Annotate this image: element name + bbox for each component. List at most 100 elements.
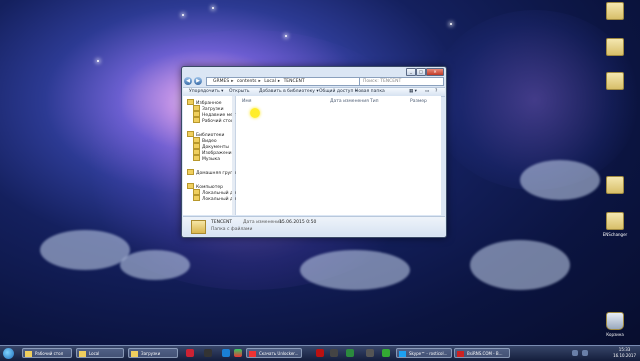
- desktop-folder[interactable]: [600, 38, 630, 58]
- chevron-right-icon: ▸: [231, 79, 234, 84]
- organize-button[interactable]: Упорядочить ▾: [189, 88, 223, 96]
- nav-music[interactable]: Музыка: [193, 155, 220, 162]
- forward-button[interactable]: ▶: [194, 77, 202, 85]
- chevron-right-icon: ▸: [258, 79, 261, 84]
- start-button[interactable]: [3, 348, 14, 359]
- taskbar: Рабочий стол Local Загрузки Скачать Unlo…: [0, 345, 640, 361]
- help-icon[interactable]: ?: [435, 88, 437, 96]
- close-button[interactable]: ✕: [426, 68, 444, 76]
- address-row: ◀ ▶ GRMES ▸ contents ▸ Local ▸ TENCENT Поис…: [184, 77, 444, 86]
- column-header-date[interactable]: Дата изменения: [330, 99, 369, 104]
- star: [97, 60, 99, 62]
- open-button[interactable]: Открыть: [229, 88, 250, 96]
- column-header-type[interactable]: Тип: [370, 99, 379, 104]
- space-cloud: [470, 240, 570, 290]
- app-icon[interactable]: [346, 349, 354, 357]
- desktop-icon: [193, 117, 200, 123]
- taskbar-item[interactable]: BsiRNS.COM - B...: [454, 348, 510, 358]
- app-icon[interactable]: [204, 349, 212, 357]
- navigation-scrollbar[interactable]: [232, 96, 235, 215]
- folder-icon: [79, 351, 86, 357]
- browser-icon: [457, 351, 464, 357]
- preview-pane-icon[interactable]: ▭: [425, 88, 429, 96]
- add-to-library-button[interactable]: Добавить в библиотеку ▾: [259, 88, 319, 96]
- space-cloud: [300, 250, 410, 290]
- folder-icon: [25, 351, 32, 357]
- homegroup-icon: [187, 169, 194, 175]
- view-options-icon[interactable]: ▦ ▾: [409, 88, 417, 96]
- app-icon[interactable]: [330, 349, 338, 357]
- space-cloud: [40, 230, 130, 270]
- taskbar-item[interactable]: Скачать Unlocker...: [246, 348, 302, 358]
- column-header-name[interactable]: Имя: [242, 99, 251, 104]
- desktop-recycle-bin[interactable]: Корзина: [600, 312, 630, 337]
- folder-icon: [131, 351, 138, 357]
- desktop-icon-label: ENSchanger: [602, 232, 628, 237]
- clock-date: 16.10.2017: [613, 353, 636, 358]
- back-button[interactable]: ◀: [184, 77, 192, 85]
- app-icon[interactable]: [222, 349, 230, 357]
- search-input[interactable]: Поиск: TENCENT: [359, 77, 444, 86]
- folder-icon: [606, 38, 624, 56]
- navigation-pane: Избранное Загрузки Недавние места Рабочи…: [183, 96, 241, 215]
- network-icon[interactable]: [572, 350, 578, 356]
- app-icon[interactable]: [316, 349, 324, 357]
- taskbar-label: Загрузки: [141, 351, 161, 356]
- taskbar-item[interactable]: Skype™ - rosticol...: [396, 348, 452, 358]
- star: [182, 14, 184, 16]
- desktop-folder[interactable]: [600, 176, 630, 196]
- taskbar-label: Рабочий стол: [35, 351, 64, 356]
- folder-icon: [606, 2, 624, 20]
- details-pane: TENCENT Дата изменения: 15.06.2015 0:50 …: [183, 216, 445, 236]
- desktop-folder-enschanger[interactable]: ENSchanger: [600, 212, 630, 237]
- details-date-label: Дата изменения:: [243, 220, 284, 225]
- star: [450, 23, 452, 25]
- chrome-icon[interactable]: [234, 349, 242, 357]
- desktop-folder[interactable]: [600, 72, 630, 92]
- star: [285, 35, 287, 37]
- opera-icon[interactable]: [186, 349, 194, 357]
- breadcrumb-item[interactable]: GRMES: [213, 79, 229, 84]
- window-titlebar[interactable]: _ □ ✕: [182, 67, 446, 77]
- taskbar-item[interactable]: Local: [76, 348, 124, 358]
- space-cloud: [520, 160, 600, 200]
- music-icon: [193, 155, 200, 161]
- star: [212, 7, 214, 9]
- drive-icon: [193, 195, 200, 201]
- taskbar-label: BsiRNS.COM - B...: [467, 351, 503, 356]
- app-icon[interactable]: [366, 349, 374, 357]
- cursor-highlight: [250, 108, 260, 118]
- taskbar-label: Local: [89, 351, 100, 356]
- file-list[interactable]: Имя Дата изменения Тип Размер: [236, 96, 441, 215]
- share-button[interactable]: Общий доступ ▾: [319, 88, 357, 96]
- nav-label: Музыка: [202, 157, 220, 162]
- details-type: Папка с файлами: [211, 227, 253, 232]
- clock[interactable]: 15:33 16.10.2017: [613, 347, 636, 359]
- breadcrumb-item[interactable]: TENCENT: [284, 79, 305, 84]
- app-icon[interactable]: [382, 349, 390, 357]
- volume-icon[interactable]: [582, 350, 588, 356]
- minimize-button[interactable]: _: [406, 68, 416, 76]
- column-header-size[interactable]: Размер: [410, 99, 427, 104]
- folder-icon: [191, 220, 206, 234]
- breadcrumb-item[interactable]: contents: [237, 79, 257, 84]
- desktop-folder[interactable]: [600, 2, 630, 22]
- address-bar[interactable]: GRMES ▸ contents ▸ Local ▸ TENCENT: [206, 77, 364, 86]
- skype-icon: [399, 351, 406, 357]
- taskbar-label: Skype™ - rosticol...: [409, 351, 448, 356]
- space-cloud: [120, 250, 190, 280]
- taskbar-item[interactable]: Рабочий стол: [22, 348, 72, 358]
- recycle-bin-icon: [606, 312, 624, 330]
- details-date-value: 15.06.2015 0:50: [279, 220, 317, 225]
- explorer-window: _ □ ✕ ◀ ▶ GRMES ▸ contents ▸ Local ▸ TENCEN…: [181, 66, 447, 238]
- chrome-icon: [249, 351, 256, 357]
- folder-icon: [606, 72, 624, 90]
- folder-icon: [606, 176, 624, 194]
- maximize-button[interactable]: □: [416, 68, 426, 76]
- nav-desktop[interactable]: Рабочий стол: [193, 117, 234, 124]
- chevron-right-icon: ▸: [277, 79, 281, 84]
- taskbar-item[interactable]: Загрузки: [128, 348, 178, 358]
- new-folder-button[interactable]: Новая папка: [355, 88, 385, 96]
- details-name: TENCENT: [211, 220, 233, 225]
- breadcrumb-item[interactable]: Local: [264, 79, 276, 84]
